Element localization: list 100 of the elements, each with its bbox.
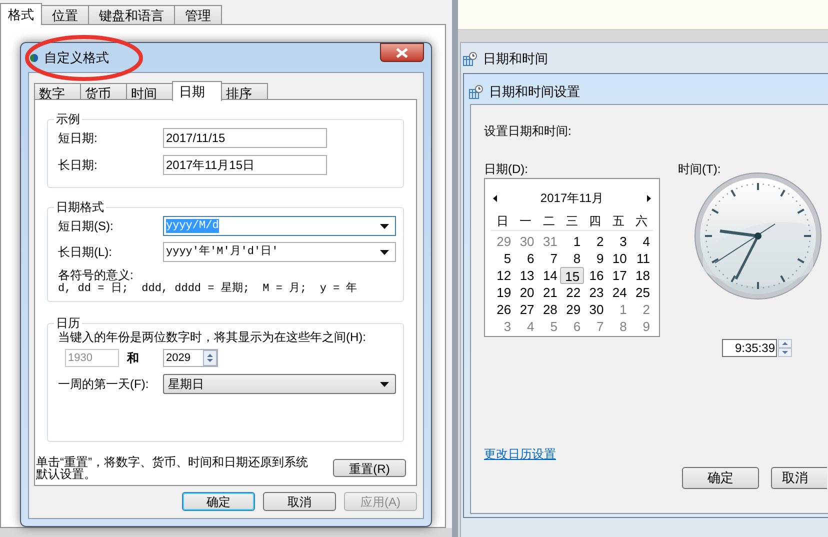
field-label: 和	[126, 350, 140, 367]
calendar-day[interactable]: 6	[560, 318, 584, 335]
calendar-day[interactable]: 26	[491, 301, 514, 318]
calendar-day[interactable]: 4	[514, 318, 538, 335]
spinner-icon	[778, 339, 792, 357]
calendar-day[interactable]: 30	[584, 301, 607, 318]
dialog-button[interactable]: 取消	[263, 492, 336, 511]
calendar-day[interactable]: 7	[584, 318, 607, 335]
calendar-clock-icon	[463, 52, 477, 66]
calendar-day[interactable]: 2	[584, 233, 607, 250]
calendar-day[interactable]: 25	[630, 284, 653, 301]
calendar-day[interactable]: 1	[560, 233, 584, 250]
dropdown-arrow-icon	[380, 224, 389, 228]
tab[interactable]: 时间	[126, 83, 173, 100]
year-value: 2029	[166, 350, 190, 366]
tab[interactable]: 排序	[221, 83, 268, 100]
tab[interactable]: 日期	[172, 81, 222, 101]
calendar-day[interactable]: 29	[491, 233, 514, 250]
field-label: 当键入的年份是两位数字时，将其显示为在这些年之间(H):	[58, 330, 367, 344]
time-field[interactable]: 9:35:39	[722, 339, 777, 357]
output-field: 2017年11月15日	[163, 155, 327, 175]
calendar-day[interactable]: 13	[514, 267, 538, 284]
dialog-button[interactable]: 取消	[771, 467, 827, 489]
reset-note: 单击“重置”，将数字、货币、时间和日期还原到系统默认设置。	[36, 456, 308, 480]
window-title: 日期和时间	[483, 50, 548, 68]
close-button[interactable]	[380, 43, 424, 62]
legend-text: d, dd = 日; ddd, dddd = 星期; M = 月; y = 年	[58, 282, 358, 296]
weekday-combobox[interactable]: 星期日	[163, 374, 396, 394]
calendar-day[interactable]: 4	[630, 233, 653, 250]
calendar-day[interactable]: 12	[491, 267, 514, 284]
calendar-day[interactable]: 2	[630, 301, 653, 318]
tab[interactable]: 数字	[34, 83, 81, 100]
calendar-day[interactable]: 7	[537, 250, 560, 267]
format-combobox[interactable]: yyyy'年'M'月'd'日'	[163, 242, 396, 262]
tab[interactable]: 键盘和语言	[88, 5, 175, 24]
field-label: 短日期:	[58, 130, 98, 147]
calendar-day[interactable]: 5	[491, 250, 514, 267]
calendar-day[interactable]: 1	[606, 301, 630, 318]
prompt-text: 设置日期和时间:	[484, 123, 572, 140]
month-title: 2017年11月	[540, 190, 604, 207]
year-spin-field[interactable]: 2029	[163, 349, 218, 367]
field-label: 长日期:	[58, 157, 98, 174]
weekday-header: 二	[542, 214, 556, 229]
weekday-header: 一	[518, 214, 533, 229]
weekday-header: 日	[496, 214, 510, 229]
calendar-settings-link[interactable]: 更改日历设置	[484, 445, 556, 463]
tab[interactable]: 格式	[0, 3, 42, 25]
calendar-day[interactable]: 22	[560, 284, 584, 301]
calendar-day[interactable]: 8	[606, 318, 630, 335]
combobox-value: 星期日	[168, 376, 204, 393]
calendar-day[interactable]: 6	[514, 250, 538, 267]
month-calendar[interactable]: 2017年11月 日 一 二 三 四 五 六 29 30 31 1 2 3 4 5 6 7 8 9 10 11 12 13 14 15 16 17 18 19 20 21 22 23 24 25 26 27 28 29 30 1 2 3 4 5 6 7 8 9	[484, 178, 660, 337]
dialog-button[interactable]: 确定	[182, 492, 255, 511]
window-title: 日期和时间设置	[489, 83, 580, 101]
right-arrow-icon	[647, 194, 651, 202]
calendar-day[interactable]: 3	[491, 318, 514, 335]
calendar-day[interactable]: 3	[606, 233, 630, 250]
tab[interactable]: 管理	[174, 5, 222, 24]
dialog-button[interactable]: 确定	[682, 467, 759, 489]
field-label: 一周的第一天(F):	[58, 376, 150, 393]
calendar-day[interactable]: 9	[630, 318, 653, 335]
calendar-day[interactable]: 8	[560, 250, 584, 267]
calendar-day[interactable]: 27	[514, 301, 538, 318]
weekday-header: 六	[634, 214, 648, 229]
tab[interactable]: 位置	[41, 5, 89, 24]
combobox-value: yyyy/M/d	[166, 219, 219, 233]
calendar-day[interactable]: 10	[606, 250, 630, 267]
spinner-icon	[203, 350, 217, 366]
calendar-day[interactable]: 29	[560, 301, 584, 318]
weekday-header: 五	[611, 214, 626, 229]
calendar-day[interactable]: 18	[630, 267, 653, 284]
left-arrow-icon	[493, 194, 497, 202]
output-field: 2017/11/15	[163, 128, 327, 148]
calendar-day[interactable]: 15	[560, 267, 584, 284]
reset-button[interactable]: 重置(R)	[333, 459, 406, 477]
group-title: 日历	[54, 316, 82, 330]
calendar-clock-icon	[469, 84, 483, 99]
legend-title: 各符号的意义:	[58, 268, 134, 282]
app-icon	[29, 52, 39, 63]
calendar-day[interactable]: 19	[491, 284, 514, 301]
calendar-day[interactable]: 20	[514, 284, 538, 301]
group-title: 示例	[54, 112, 82, 126]
calendar-day[interactable]: 14	[537, 267, 560, 284]
calendar-day[interactable]: 9	[584, 250, 607, 267]
calendar-day[interactable]: 24	[606, 284, 630, 301]
calendar-day[interactable]: 5	[537, 318, 560, 335]
calendar-day[interactable]: 21	[537, 284, 560, 301]
calendar-day[interactable]: 23	[584, 284, 607, 301]
calendar-day[interactable]: 11	[630, 250, 653, 267]
calendar-day[interactable]: 17	[606, 267, 630, 284]
group-title: 日期格式	[54, 200, 106, 214]
window-title: 自定义格式	[44, 49, 109, 67]
dropdown-arrow-icon	[380, 250, 389, 254]
field-label: 长日期(L):	[58, 244, 113, 261]
calendar-day[interactable]: 30	[514, 233, 538, 250]
dropdown-arrow-icon	[380, 382, 389, 386]
close-icon	[396, 48, 408, 58]
calendar-day[interactable]: 31	[537, 233, 560, 250]
calendar-day[interactable]: 28	[537, 301, 560, 318]
calendar-day[interactable]: 16	[584, 267, 607, 284]
